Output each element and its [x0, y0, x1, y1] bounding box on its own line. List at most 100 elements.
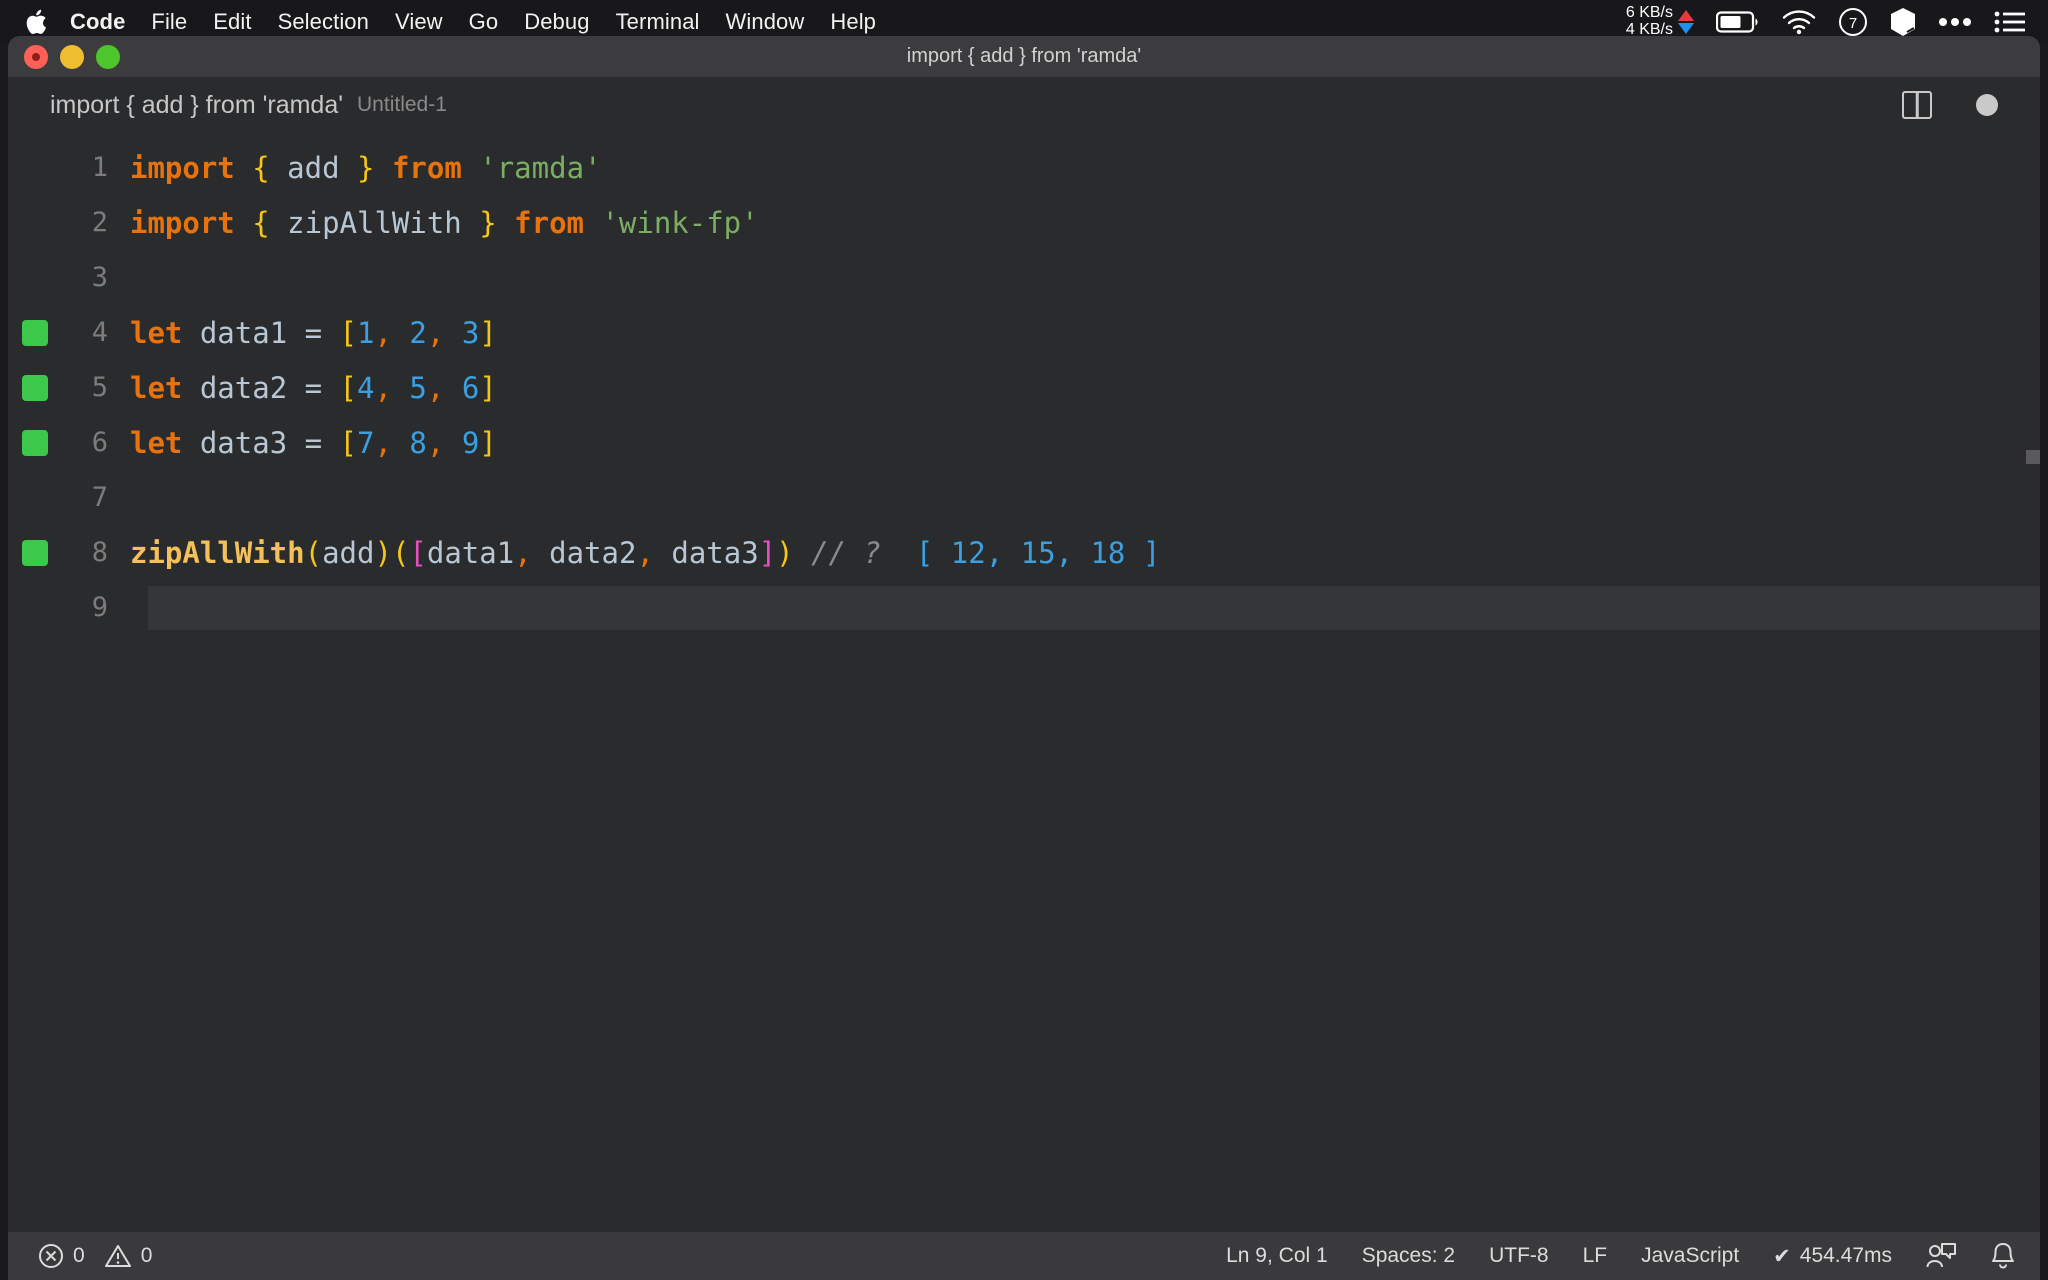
code-token: [	[409, 535, 427, 570]
eol-setting[interactable]: LF	[1583, 1244, 1608, 1268]
upload-arrow-icon	[1678, 10, 1694, 21]
code-token: import	[130, 205, 235, 240]
menu-item-debug[interactable]: Debug	[524, 9, 589, 35]
network-speed-indicator[interactable]: 6 KB/s 4 KB/s	[1626, 4, 1694, 39]
box-icon[interactable]	[1890, 7, 1916, 37]
menu-item-window[interactable]: Window	[726, 9, 805, 35]
code-token: 'ramda'	[479, 150, 602, 185]
unsaved-indicator-dot[interactable]	[1976, 94, 1998, 116]
indentation-setting[interactable]: Spaces: 2	[1362, 1244, 1455, 1268]
cursor-position[interactable]: Ln 9, Col 1	[1226, 1244, 1328, 1268]
current-line-highlight	[148, 585, 2040, 630]
code-token: [	[339, 425, 358, 460]
code-text[interactable]: let data2 = [4, 5, 6]	[130, 371, 497, 405]
code-token: import	[130, 150, 235, 185]
menu-item-code[interactable]: Code	[70, 9, 125, 35]
code-token: zipAllWith	[130, 535, 305, 570]
minimize-button[interactable]	[60, 44, 84, 69]
code-text[interactable]: let data3 = [7, 8, 9]	[130, 426, 497, 460]
code-token: {	[252, 205, 270, 240]
code-text[interactable]: zipAllWith(add)([data1, data2, data3]) /…	[130, 536, 1160, 570]
gutter-execution-marker[interactable]	[22, 429, 48, 456]
split-editor-icon[interactable]	[1902, 91, 1932, 119]
code-token: data1	[426, 535, 515, 570]
menu-item-edit[interactable]: Edit	[213, 9, 251, 35]
breadcrumb: import { add } from 'ramda' Untitled-1	[8, 78, 2040, 132]
code-line[interactable]: 8 zipAllWith(add)([data1, data2, data3]) …	[8, 525, 2040, 580]
code-line[interactable]: 2 import { zipAllWith } from 'wink-fp'	[8, 195, 2040, 250]
code-token: 5	[409, 370, 427, 405]
code-token: {	[252, 150, 270, 185]
breadcrumb-file-label[interactable]: Untitled-1	[357, 93, 447, 117]
code-token: 2	[409, 315, 427, 350]
code-token: let	[130, 425, 183, 460]
battery-icon[interactable]	[1716, 10, 1760, 34]
list-icon[interactable]	[1994, 10, 2026, 34]
code-token: 3	[461, 315, 480, 350]
code-line[interactable]: 7	[8, 470, 2040, 525]
ellipsis-icon[interactable]	[1938, 17, 1972, 27]
code-token: 4	[357, 370, 375, 405]
window-titlebar: import { add } from 'ramda'	[8, 36, 2040, 78]
code-line[interactable]: 5 let data2 = [4, 5, 6]	[8, 360, 2040, 415]
code-lines-container: 1 import { add } from 'ramda' 2 import { zi…	[8, 132, 2040, 635]
code-line[interactable]: 3	[8, 250, 2040, 305]
clock-icon[interactable]: 7	[1838, 7, 1868, 37]
code-token: // ?	[811, 535, 881, 570]
code-token: ,	[636, 535, 654, 570]
menu-item-help[interactable]: Help	[830, 9, 876, 35]
menu-item-terminal[interactable]: Terminal	[616, 9, 700, 35]
code-line[interactable]: 6 let data3 = [7, 8, 9]	[8, 415, 2040, 470]
line-number: 1	[91, 152, 108, 183]
gutter-execution-marker[interactable]	[22, 539, 48, 566]
menu-item-file[interactable]: File	[151, 9, 187, 35]
warning-triangle-icon	[104, 1243, 132, 1269]
code-token: (	[391, 535, 410, 570]
wifi-icon[interactable]	[1782, 9, 1816, 35]
gutter-execution-marker[interactable]	[22, 374, 48, 401]
code-text[interactable]: import { add } from 'ramda'	[130, 151, 601, 185]
line-number: 7	[91, 482, 108, 513]
menu-item-selection[interactable]: Selection	[278, 9, 369, 35]
code-token: let	[130, 370, 183, 405]
code-text[interactable]: import { zipAllWith } from 'wink-fp'	[130, 206, 759, 240]
code-line[interactable]: 4 let data1 = [1, 2, 3]	[8, 305, 2040, 360]
quokka-status[interactable]: ✔ 454.47ms	[1773, 1244, 1892, 1269]
code-token: =	[304, 425, 323, 460]
close-button[interactable]	[24, 44, 48, 69]
code-token: zipAllWith	[269, 205, 480, 240]
language-mode[interactable]: JavaScript	[1641, 1244, 1739, 1268]
encoding-setting[interactable]: UTF-8	[1489, 1244, 1549, 1268]
code-text[interactable]: let data1 = [1, 2, 3]	[130, 316, 497, 350]
bell-icon[interactable]	[1990, 1242, 2016, 1270]
code-token: ]	[479, 370, 497, 405]
code-token: ,	[426, 425, 445, 460]
line-number: 2	[91, 207, 108, 238]
gutter-execution-marker[interactable]	[22, 319, 48, 346]
feedback-icon[interactable]	[1926, 1242, 1956, 1270]
vscode-window: import { add } from 'ramda' import { add…	[8, 36, 2040, 1280]
code-line[interactable]: 1 import { add } from 'ramda'	[8, 140, 2040, 195]
code-token: let	[130, 315, 183, 350]
code-token: ,	[374, 425, 392, 460]
traffic-lights	[8, 44, 120, 69]
status-bar-left: 0 0	[38, 1243, 152, 1269]
breadcrumb-main-label[interactable]: import { add } from 'ramda'	[50, 91, 343, 120]
maximize-button[interactable]	[96, 44, 120, 69]
menu-item-view[interactable]: View	[395, 9, 443, 35]
problems-indicator[interactable]: 0 0	[38, 1243, 152, 1269]
menu-item-go[interactable]: Go	[469, 9, 499, 35]
code-line[interactable]: 9	[8, 580, 2040, 635]
code-editor[interactable]: 1 import { add } from 'ramda' 2 import { zi…	[8, 132, 2040, 1232]
line-number: 9	[91, 592, 108, 623]
scrollbar-decoration[interactable]	[2026, 450, 2040, 464]
code-token: ,	[426, 370, 445, 405]
code-token: ,	[374, 370, 392, 405]
apple-logo-icon[interactable]	[22, 7, 48, 37]
